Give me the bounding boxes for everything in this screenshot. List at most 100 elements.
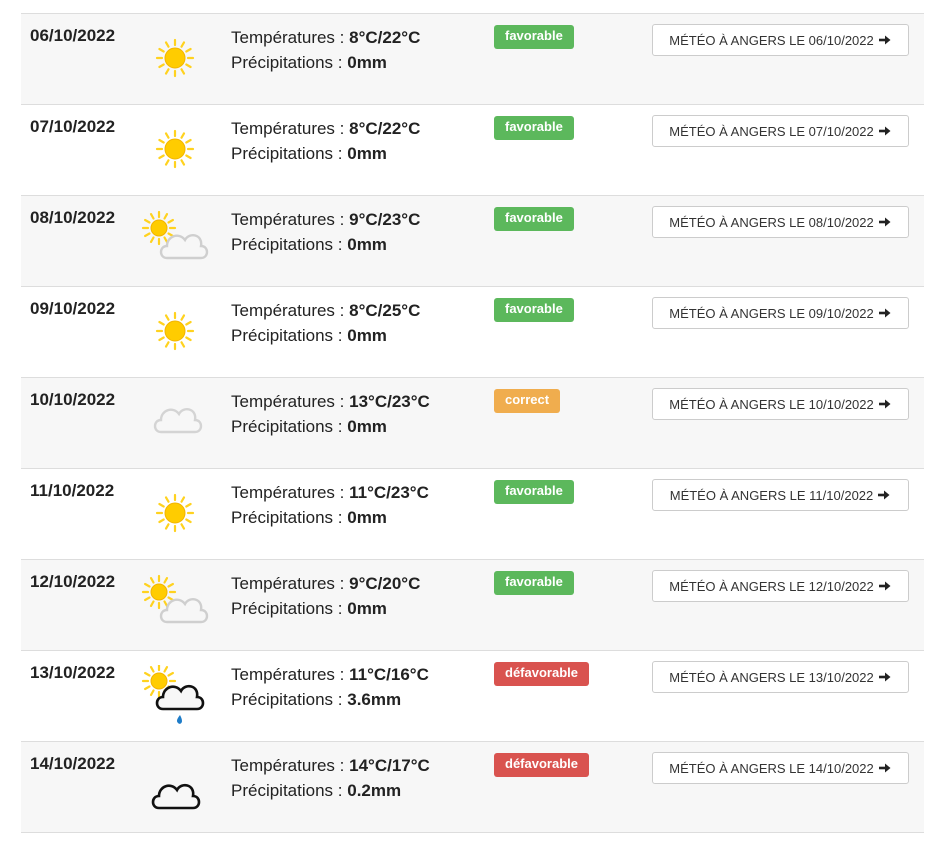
- arrow-right-icon: [878, 216, 892, 228]
- precipitation-value: 3.6mm: [347, 690, 402, 709]
- precipitation-line: Précipitations : 0mm: [231, 232, 420, 257]
- weather-detail-button-label: MÉTÉO À ANGERS LE 12/10/2022: [669, 578, 874, 594]
- status-badge: favorable: [494, 116, 574, 140]
- forecast-row: 12/10/2022 Températures : 9°C/20°C Préci…: [21, 560, 924, 651]
- forecast-table: 06/10/2022 Températures : 8°C/22°C Préci…: [21, 13, 924, 833]
- precipitation-value: 0mm: [347, 53, 387, 72]
- precipitation-value: 0mm: [347, 326, 387, 345]
- precipitation-line: Précipitations : 0mm: [231, 50, 420, 75]
- weather-detail-button[interactable]: MÉTÉO À ANGERS LE 10/10/2022: [652, 388, 909, 420]
- temperature-value: 9°C/20°C: [349, 574, 421, 593]
- forecast-date: 07/10/2022: [30, 117, 116, 136]
- precipitation-label: Précipitations :: [231, 781, 348, 800]
- temperature-value: 13°C/23°C: [349, 392, 430, 411]
- precipitation-line: Précipitations : 0.2mm: [231, 778, 430, 803]
- temperature-line: Températures : 9°C/23°C: [231, 207, 420, 232]
- temperature-line: Températures : 13°C/23°C: [231, 389, 430, 414]
- dark-cloud-icon: [141, 756, 209, 824]
- temperature-label: Températures :: [231, 483, 350, 502]
- precipitation-value: 0.2mm: [347, 781, 402, 800]
- forecast-date: 06/10/2022: [30, 26, 116, 45]
- weather-detail-button[interactable]: MÉTÉO À ANGERS LE 13/10/2022: [652, 661, 909, 693]
- forecast-date: 14/10/2022: [30, 754, 116, 773]
- weather-detail-button[interactable]: MÉTÉO À ANGERS LE 08/10/2022: [652, 206, 909, 238]
- temperature-line: Températures : 11°C/16°C: [231, 662, 429, 687]
- forecast-row: 09/10/2022 Températures : 8°C/25°C Préci…: [21, 287, 924, 378]
- forecast-date: 10/10/2022: [30, 390, 116, 409]
- forecast-row: 11/10/2022 Températures : 11°C/23°C Préc…: [21, 469, 924, 560]
- forecast-date: 11/10/2022: [30, 481, 115, 500]
- precipitation-line: Précipitations : 0mm: [231, 141, 420, 166]
- precipitation-line: Précipitations : 0mm: [231, 505, 429, 530]
- temperature-label: Températures :: [231, 119, 350, 138]
- temperature-value: 8°C/25°C: [349, 301, 421, 320]
- status-badge: favorable: [494, 207, 574, 231]
- precipitation-label: Précipitations :: [231, 690, 348, 709]
- temperature-line: Températures : 11°C/23°C: [231, 480, 429, 505]
- arrow-right-icon: [878, 762, 892, 774]
- temperature-line: Températures : 8°C/22°C: [231, 116, 420, 141]
- sun-icon: [141, 483, 209, 551]
- precipitation-value: 0mm: [347, 417, 387, 436]
- forecast-row: 06/10/2022 Températures : 8°C/22°C Préci…: [21, 14, 924, 105]
- forecast-details: Températures : 11°C/23°C Précipitations …: [231, 480, 429, 530]
- weather-detail-button-label: MÉTÉO À ANGERS LE 08/10/2022: [669, 214, 874, 230]
- precipitation-line: Précipitations : 0mm: [231, 596, 420, 621]
- temperature-label: Températures :: [231, 28, 350, 47]
- light-cloud-icon: [141, 392, 209, 460]
- partly-cloudy-icon: [141, 210, 209, 278]
- weather-detail-button-label: MÉTÉO À ANGERS LE 14/10/2022: [669, 760, 874, 776]
- precipitation-value: 0mm: [347, 508, 387, 527]
- temperature-value: 14°C/17°C: [349, 756, 430, 775]
- forecast-date: 08/10/2022: [30, 208, 116, 227]
- weather-detail-button[interactable]: MÉTÉO À ANGERS LE 07/10/2022: [652, 115, 909, 147]
- weather-detail-button-label: MÉTÉO À ANGERS LE 06/10/2022: [669, 32, 874, 48]
- precipitation-value: 0mm: [347, 599, 387, 618]
- arrow-right-icon: [878, 34, 892, 46]
- status-badge: correct: [494, 389, 561, 413]
- forecast-details: Températures : 11°C/16°C Précipitations …: [231, 662, 429, 712]
- forecast-row: 07/10/2022 Températures : 8°C/22°C Préci…: [21, 105, 924, 196]
- forecast-details: Températures : 9°C/20°C Précipitations :…: [231, 571, 420, 621]
- temperature-line: Températures : 14°C/17°C: [231, 753, 430, 778]
- arrow-right-icon: [878, 580, 892, 592]
- weather-detail-button[interactable]: MÉTÉO À ANGERS LE 09/10/2022: [652, 297, 909, 329]
- arrow-right-icon: [878, 671, 892, 683]
- status-badge: favorable: [494, 25, 574, 49]
- precipitation-line: Précipitations : 0mm: [231, 323, 420, 348]
- precipitation-line: Précipitations : 3.6mm: [231, 687, 429, 712]
- forecast-row: 08/10/2022 Températures : 9°C/23°C Préci…: [21, 196, 924, 287]
- forecast-date: 13/10/2022: [30, 663, 116, 682]
- temperature-value: 9°C/23°C: [349, 210, 421, 229]
- temperature-label: Températures :: [231, 756, 350, 775]
- precipitation-label: Précipitations :: [231, 235, 348, 254]
- status-badge: favorable: [494, 571, 574, 595]
- temperature-label: Températures :: [231, 210, 350, 229]
- weather-detail-button[interactable]: MÉTÉO À ANGERS LE 14/10/2022: [652, 752, 909, 784]
- forecast-details: Températures : 8°C/22°C Précipitations :…: [231, 25, 420, 75]
- weather-detail-button[interactable]: MÉTÉO À ANGERS LE 11/10/2022: [652, 479, 909, 511]
- temperature-label: Températures :: [231, 301, 350, 320]
- forecast-row: 13/10/2022 Températures : 11°C/16°C Préc…: [21, 651, 924, 742]
- temperature-line: Températures : 8°C/25°C: [231, 298, 420, 323]
- precipitation-label: Précipitations :: [231, 53, 348, 72]
- precipitation-label: Précipitations :: [231, 417, 348, 436]
- temperature-value: 11°C/23°C: [349, 483, 429, 502]
- status-badge: défavorable: [494, 753, 589, 777]
- weather-detail-button[interactable]: MÉTÉO À ANGERS LE 12/10/2022: [652, 570, 909, 602]
- temperature-value: 8°C/22°C: [349, 119, 421, 138]
- weather-detail-button[interactable]: MÉTÉO À ANGERS LE 06/10/2022: [652, 24, 909, 56]
- arrow-right-icon: [878, 125, 892, 137]
- sun-icon: [141, 119, 209, 187]
- forecast-details: Températures : 9°C/23°C Précipitations :…: [231, 207, 420, 257]
- precipitation-label: Précipitations :: [231, 599, 348, 618]
- status-badge: favorable: [494, 298, 574, 322]
- precipitation-value: 0mm: [347, 144, 387, 163]
- weather-detail-button-label: MÉTÉO À ANGERS LE 09/10/2022: [669, 305, 874, 321]
- arrow-right-icon: [878, 307, 892, 319]
- temperature-line: Températures : 9°C/20°C: [231, 571, 420, 596]
- temperature-line: Températures : 8°C/22°C: [231, 25, 420, 50]
- precipitation-label: Précipitations :: [231, 326, 348, 345]
- forecast-date: 09/10/2022: [30, 299, 116, 318]
- status-badge: défavorable: [494, 662, 589, 686]
